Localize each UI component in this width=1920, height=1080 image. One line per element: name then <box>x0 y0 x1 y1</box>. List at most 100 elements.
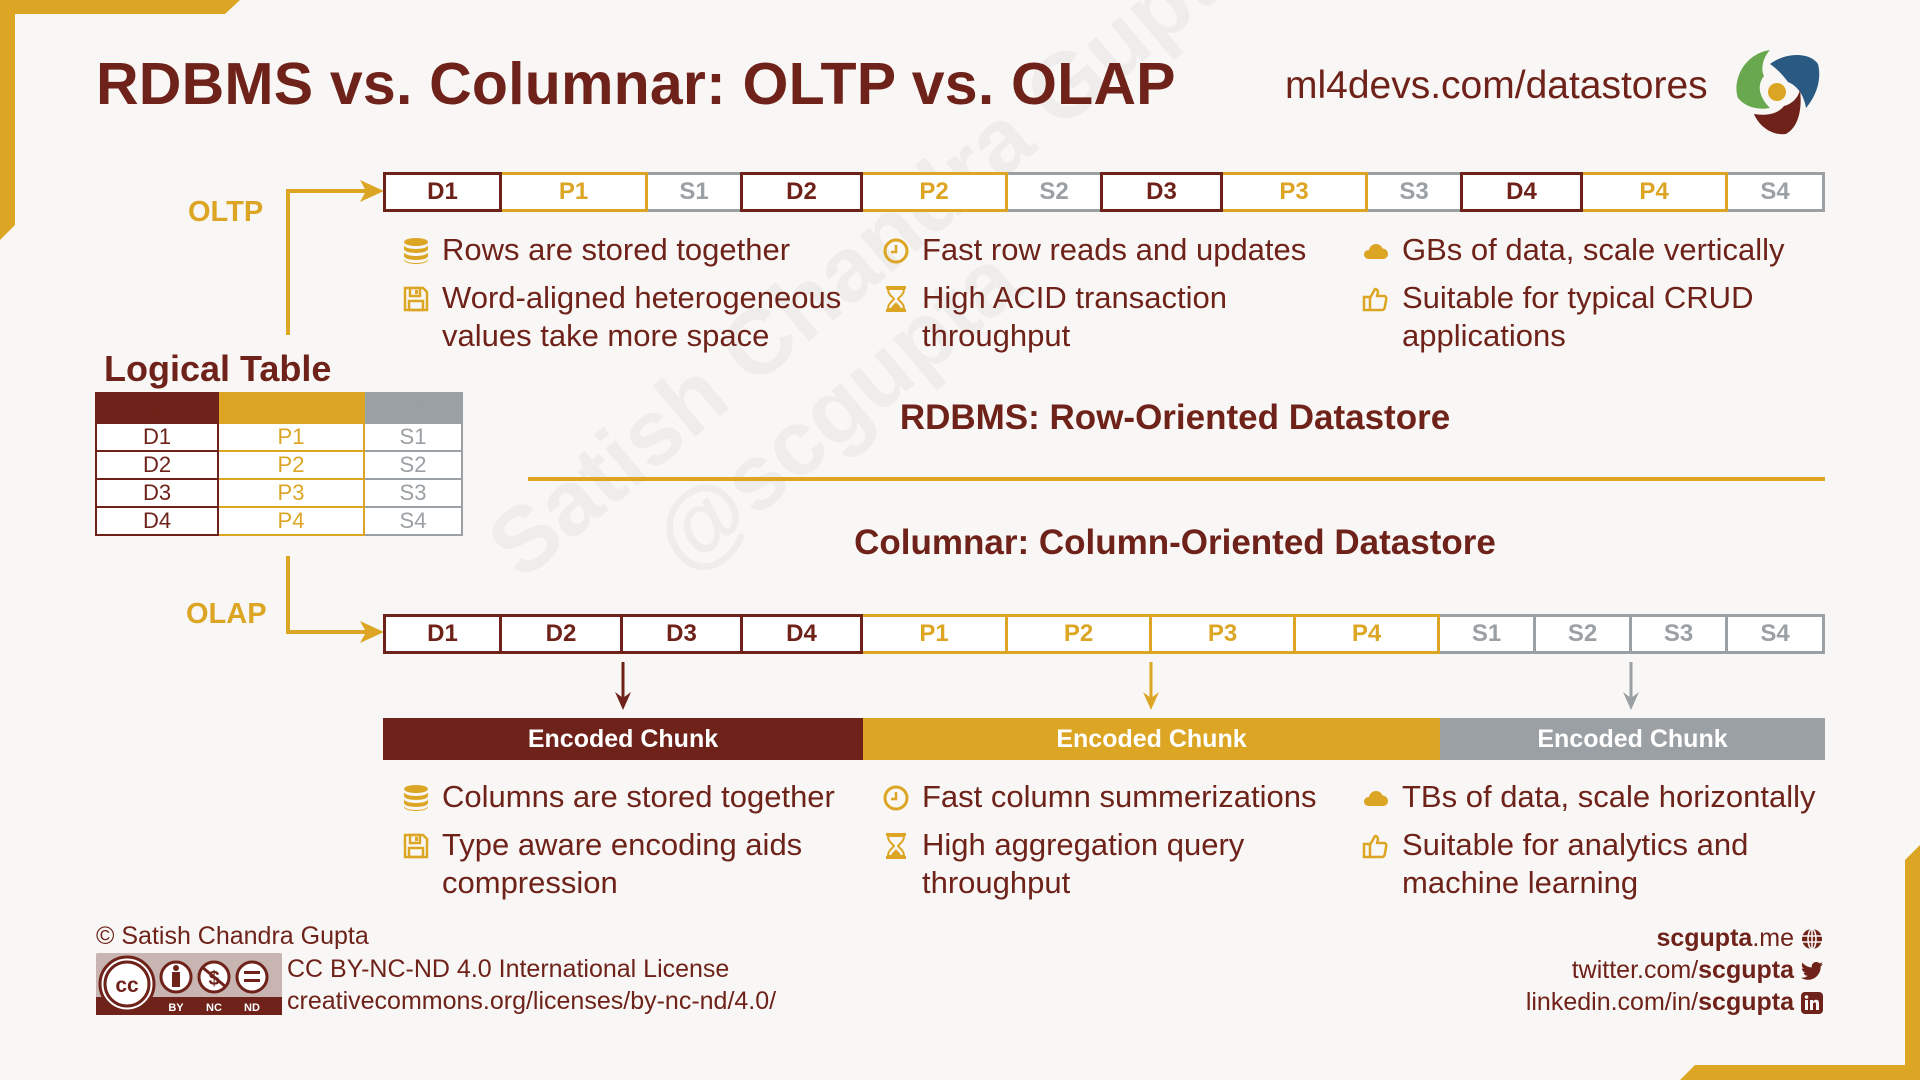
feature-line: Fast row reads and updates <box>922 232 1307 267</box>
cell-product: P2 <box>217 450 365 480</box>
feature-line: Suitable for analytics and <box>1402 827 1749 862</box>
cloud-icon <box>1362 783 1390 811</box>
oltp-cell-p3: P3 <box>1220 172 1368 212</box>
thumbs-up-icon <box>1362 284 1390 312</box>
clock-icon <box>882 783 910 811</box>
product-encoded-chunk: Encoded Chunk <box>863 718 1440 760</box>
olap-cell-p4: P4 <box>1293 614 1440 654</box>
feature-line: Type aware encoding aids <box>442 827 803 862</box>
olap-cell-s2: S2 <box>1533 614 1632 654</box>
feature-line: GBs of data, scale vertically <box>1402 232 1785 267</box>
oltp-cell-d3: D3 <box>1100 172 1223 212</box>
olap-feature-text: Columns are stored together <box>442 778 835 816</box>
feature-line: values take more space <box>442 318 770 353</box>
feature-line: Rows are stored together <box>442 232 791 267</box>
svg-text:cc: cc <box>115 974 139 997</box>
feature-line: Suitable for typical CRUD <box>1402 280 1754 315</box>
product-chunk-arrow-icon <box>1143 662 1159 710</box>
license-url[interactable]: creativecommons.org/licenses/by-nc-nd/4.… <box>287 987 776 1016</box>
logical-table-title: Logical Table <box>104 348 332 389</box>
oltp-feature-text: High ACID transaction throughput <box>922 279 1227 355</box>
social-website[interactable]: scgupta.me <box>1656 924 1824 953</box>
columnar-section-title: Columnar: Column-Oriented Datastore <box>854 523 1496 562</box>
page-title: RDBMS vs. Columnar: OLTP vs. OLAP <box>96 51 1176 117</box>
oltp-label: OLTP <box>188 196 264 228</box>
site-link[interactable]: ml4devs.com/datastores <box>1285 64 1708 108</box>
olap-arrow-icon <box>360 621 384 643</box>
feature-line: throughput <box>922 318 1071 353</box>
corner-accent-right <box>1905 845 1920 1080</box>
cc-nd-label: ND <box>244 1002 260 1014</box>
olap-label: OLAP <box>186 598 267 630</box>
twitter-handle: scgupta <box>1698 956 1794 984</box>
olap-cell-d4: D4 <box>740 614 863 654</box>
oltp-cell-p4: P4 <box>1580 172 1728 212</box>
logical-table-header: Date Product Sale <box>95 392 463 424</box>
corner-accent-top <box>0 0 240 14</box>
feature-line: throughput <box>922 865 1071 900</box>
oltp-feature-text: Fast row reads and updates <box>922 231 1306 269</box>
floppy-disk-icon <box>402 284 430 312</box>
hourglass-icon <box>882 284 910 312</box>
olap-cell-p2: P2 <box>1005 614 1152 654</box>
olap-feature-text: Fast column summerizations <box>922 778 1317 816</box>
oltp-cell-s3: S3 <box>1365 172 1463 212</box>
cloud-icon <box>1362 236 1390 264</box>
olap-cell-p1: P1 <box>860 614 1008 654</box>
olap-feature-text: Suitable for analytics and machine learni… <box>1402 826 1748 902</box>
cell-date: D3 <box>95 478 219 508</box>
oltp-connector-line <box>286 189 290 335</box>
database-icon <box>402 783 430 811</box>
cc-by-label: BY <box>168 1002 184 1014</box>
linkedin-icon <box>1801 991 1823 1014</box>
oltp-cell-p2: P2 <box>860 172 1008 212</box>
oltp-cell-d2: D2 <box>740 172 863 212</box>
cell-sale: S4 <box>363 506 463 536</box>
cell-product: P3 <box>217 478 365 508</box>
olap-row: D1 D2 D3 D4 P1 P2 P3 P4 S1 S2 S3 S4 <box>383 614 1825 654</box>
olap-cell-p3: P3 <box>1149 614 1296 654</box>
cell-sale: S2 <box>363 450 463 480</box>
sale-encoded-chunk: Encoded Chunk <box>1440 718 1825 760</box>
table-row: D3 P3 S3 <box>95 478 463 508</box>
cell-product: P1 <box>217 422 365 452</box>
linkedin-handle: scgupta <box>1698 988 1794 1016</box>
cell-sale: S3 <box>363 478 463 508</box>
clock-icon <box>882 236 910 264</box>
copyright: © Satish Chandra Gupta <box>96 922 369 950</box>
oltp-feature-text: GBs of data, scale vertically <box>1402 231 1785 269</box>
table-row: D4 P4 S4 <box>95 506 463 536</box>
social-linkedin[interactable]: linkedin.com/in/scgupta <box>1526 988 1824 1017</box>
cell-date: D2 <box>95 450 219 480</box>
date-encoded-chunk: Encoded Chunk <box>383 718 863 760</box>
olap-cell-d2: D2 <box>499 614 623 654</box>
olap-cell-s3: S3 <box>1629 614 1728 654</box>
website-handle: scgupta <box>1656 924 1753 952</box>
cell-date: D4 <box>95 506 219 536</box>
feature-line: High aggregation query <box>922 827 1245 862</box>
oltp-cell-s4: S4 <box>1725 172 1825 212</box>
feature-line: High ACID transaction <box>922 280 1227 315</box>
table-row: D1 P1 S1 <box>95 422 463 452</box>
sale-chunk-arrow-icon <box>1623 662 1639 710</box>
social-twitter[interactable]: twitter.com/scgupta <box>1572 956 1824 985</box>
feature-line: Columns are stored together <box>442 779 835 814</box>
cc-nc-label: NC <box>206 1002 222 1014</box>
oltp-connector-line <box>286 189 366 193</box>
olap-cell-s4: S4 <box>1725 614 1825 654</box>
ml4devs-logo-icon <box>1736 50 1820 135</box>
corner-accent-bottom <box>1680 1065 1920 1080</box>
cc-license-badge-icon[interactable]: cc $ BY NC ND <box>96 953 282 1015</box>
feature-line: compression <box>442 865 618 900</box>
olap-cell-d3: D3 <box>620 614 743 654</box>
oltp-cell-s2: S2 <box>1005 172 1103 212</box>
feature-line: machine learning <box>1402 865 1639 900</box>
header-product: Product <box>217 392 365 424</box>
oltp-feature-text: Suitable for typical CRUD applications <box>1402 279 1753 355</box>
twitter-icon <box>1801 961 1823 980</box>
header-date: Date <box>95 392 219 424</box>
date-chunk-arrow-icon <box>615 662 631 710</box>
globe-icon <box>1802 927 1822 950</box>
floppy-disk-icon <box>402 831 430 859</box>
rdbms-section-title: RDBMS: Row-Oriented Datastore <box>899 398 1451 437</box>
